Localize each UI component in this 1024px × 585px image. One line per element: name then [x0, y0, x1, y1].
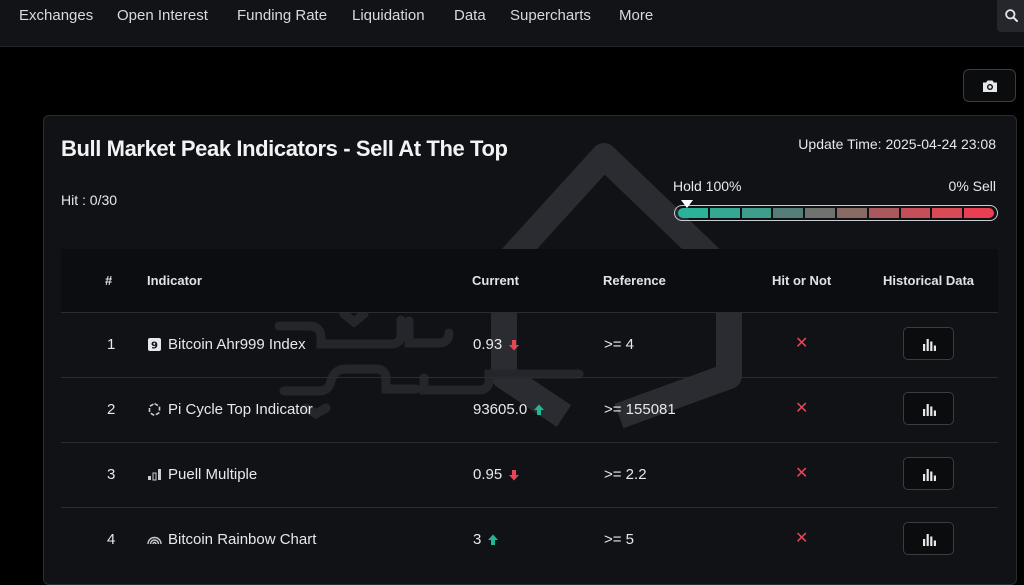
current-value: 93605.0	[473, 401, 528, 418]
current-value: 0.93	[473, 336, 503, 353]
hold-sell-gauge	[674, 205, 998, 221]
top-navigation: Exchanges Open Interest Funding Rate Liq…	[0, 0, 1024, 47]
reference-value: >= 5	[604, 531, 635, 548]
update-time: Update Time: 2025-04-24 23:08	[798, 136, 996, 152]
row-number: 4	[107, 531, 116, 548]
table-row: 2 Pi Cycle Top Indicator 93605.0 >= 155081 ✕	[61, 377, 998, 443]
screenshot-button[interactable]	[963, 69, 1016, 102]
header-current: Current	[472, 273, 519, 288]
header-indicator: Indicator	[147, 273, 202, 288]
nav-data[interactable]: Data	[454, 7, 486, 24]
gauge-segment	[900, 208, 931, 218]
hit-count: Hit : 0/30	[61, 192, 118, 208]
puell-icon	[147, 467, 162, 482]
table-row: 1 9 Bitcoin Ahr999 Index 0.93 >= 4 ✕	[61, 312, 998, 378]
gauge-segment	[709, 208, 740, 218]
historical-data-button[interactable]	[903, 392, 954, 425]
gauge-hold-label: Hold 100%	[673, 178, 742, 194]
gauge-sell-label: 0% Sell	[948, 178, 996, 194]
svg-text:9: 9	[151, 341, 158, 352]
current-value-cell: 0.95	[473, 466, 520, 483]
indicator-name-cell[interactable]: Bitcoin Rainbow Chart	[147, 531, 316, 548]
indicator-name-cell[interactable]: Pi Cycle Top Indicator	[147, 401, 313, 418]
search-icon	[1005, 9, 1018, 22]
reference-value: >= 155081	[604, 401, 676, 418]
current-value: 0.95	[473, 466, 503, 483]
miss-icon: ✕	[795, 530, 809, 547]
historical-data-button[interactable]	[903, 522, 954, 555]
indicators-panel: Bull Market Peak Indicators - Sell At Th…	[43, 115, 1017, 585]
current-value-cell: 0.93	[473, 336, 520, 353]
header-number: #	[105, 273, 113, 288]
page-title: Bull Market Peak Indicators - Sell At Th…	[61, 136, 508, 161]
nav-funding-rate[interactable]: Funding Rate	[237, 7, 327, 24]
header-historical-data: Historical Data	[883, 273, 975, 288]
header-hit-or-not: Hit or Not	[772, 273, 832, 288]
nav-exchanges[interactable]: Exchanges	[19, 7, 93, 24]
miss-icon: ✕	[795, 400, 809, 417]
nav-more[interactable]: More	[619, 7, 653, 24]
camera-icon	[983, 80, 997, 92]
gauge-segment	[678, 208, 708, 218]
current-value-cell: 93605.0	[473, 401, 545, 418]
current-value: 3	[473, 531, 482, 548]
miss-icon: ✕	[795, 465, 809, 482]
arrow-up-icon	[533, 404, 545, 416]
cycle-icon	[147, 402, 162, 417]
gauge-segment	[805, 208, 835, 218]
row-number: 2	[107, 401, 116, 418]
miss-icon: ✕	[795, 335, 809, 352]
nav-liquidation[interactable]: Liquidation	[352, 7, 425, 24]
nav-open-interest[interactable]: Open Interest	[117, 7, 208, 24]
gauge-segment	[741, 208, 772, 218]
gauge-segment	[836, 208, 867, 218]
reference-value: >= 4	[604, 336, 635, 353]
arrow-down-icon	[508, 469, 520, 481]
row-number: 1	[107, 336, 116, 353]
gauge-segment	[932, 208, 963, 218]
row-number: 3	[107, 466, 116, 483]
indicator-name-cell[interactable]: Puell Multiple	[147, 466, 257, 483]
historical-data-button[interactable]	[903, 327, 954, 360]
indicator-name: Bitcoin Rainbow Chart	[168, 531, 317, 548]
header-reference: Reference	[603, 273, 666, 288]
arrow-down-icon	[508, 339, 520, 351]
historical-data-button[interactable]	[903, 457, 954, 490]
gauge-segment	[868, 208, 899, 218]
arrow-up-icon	[487, 534, 499, 546]
current-value-cell: 3	[473, 531, 499, 548]
indicator-name: Bitcoin Ahr999 Index	[168, 336, 306, 353]
table-row: 3 Puell Multiple 0.95 >= 2.2 ✕	[61, 442, 998, 508]
indicator-name: Puell Multiple	[168, 466, 258, 483]
indicator-name: Pi Cycle Top Indicator	[168, 401, 313, 418]
search-button[interactable]	[997, 0, 1024, 32]
table-row: 4 Bitcoin Rainbow Chart 3 >= 5 ✕	[61, 507, 998, 573]
indicator-name-cell[interactable]: 9 Bitcoin Ahr999 Index	[147, 336, 306, 353]
reference-value: >= 2.2	[604, 466, 647, 483]
gauge-segment	[964, 208, 994, 218]
table-header: # Indicator Current Reference Hit or Not…	[61, 249, 998, 312]
gauge-pointer	[681, 200, 693, 208]
nav-supercharts[interactable]: Supercharts	[510, 7, 591, 24]
rainbow-icon	[147, 532, 162, 547]
gauge-segment	[773, 208, 804, 218]
ahr999-badge-icon: 9	[147, 337, 162, 352]
